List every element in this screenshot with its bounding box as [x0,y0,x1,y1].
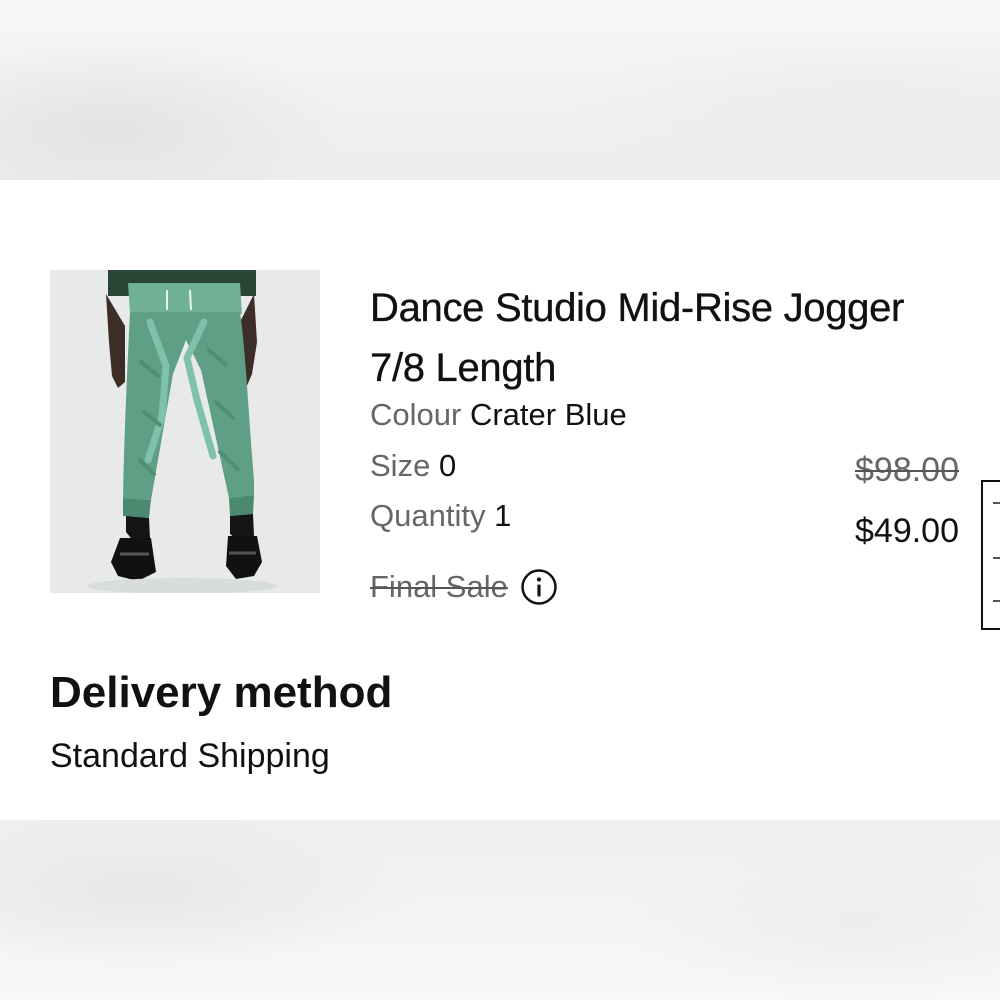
delivery-method-value: Standard Shipping [50,737,330,775]
colour-value: Crater Blue [469,397,627,432]
final-sale-label: Final Sale [370,569,508,604]
quantity-row: Quantity 1 [370,496,511,536]
quantity-label: Quantity [370,498,486,533]
product-title[interactable]: Dance Studio Mid-Rise Jogger 7/8 Length [370,278,930,398]
colour-row: Colour Crater Blue [370,395,627,435]
clipped-side-control[interactable] [981,480,1000,630]
size-label: Size [370,448,431,483]
order-item-card: Dance Studio Mid-Rise Jogger 7/8 Length … [0,180,1000,820]
final-sale-row: Final Sale [370,567,558,607]
info-icon[interactable] [520,568,558,606]
quantity-value: 1 [494,498,512,533]
colour-label: Colour [370,397,462,432]
product-image[interactable] [50,270,320,593]
blurred-top-band [0,0,1000,180]
size-row: Size 0 [370,446,456,486]
blurred-bottom-band [0,820,1000,1000]
jogger-illustration [50,270,320,593]
sale-price: $49.00 [855,512,959,550]
size-value: 0 [438,448,457,483]
delivery-method-heading: Delivery method [50,668,393,717]
original-price: $98.00 [855,451,959,489]
